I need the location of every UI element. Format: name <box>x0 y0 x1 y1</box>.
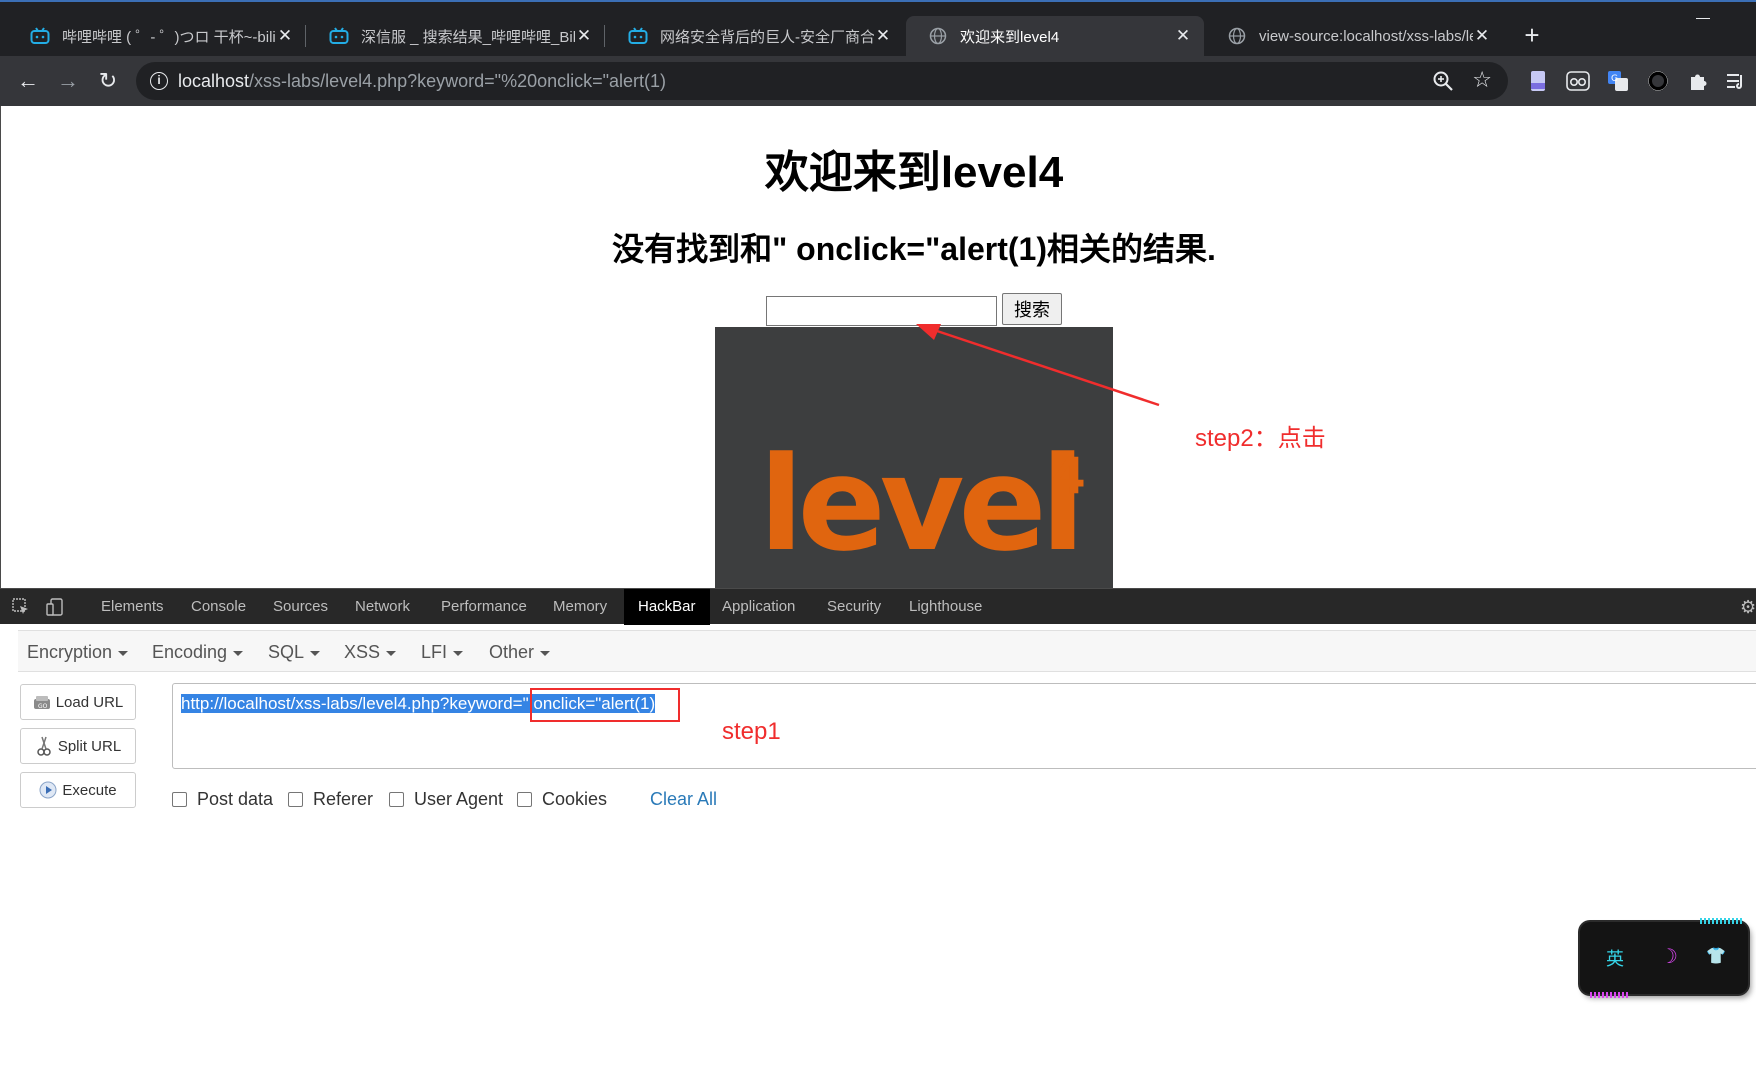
user-agent-checkbox[interactable]: User Agent <box>389 786 503 812</box>
menu-sql[interactable]: SQL <box>268 631 321 673</box>
load-url-button[interactable]: GO Load URL <box>20 684 136 720</box>
devtools-tab-hackbar[interactable]: HackBar <box>624 589 710 625</box>
tab-title: 深信服 _ 搜索结果_哔哩哔哩_Bilibili <box>361 28 575 46</box>
url-text-base: http://localhost/xss-labs/level4.php?key… <box>181 694 523 713</box>
svg-text:GO: GO <box>38 703 48 710</box>
caret-down-icon <box>540 650 551 656</box>
devtools-tab-elements[interactable]: Elements <box>101 589 164 625</box>
menu-lfi[interactable]: LFI <box>421 631 464 673</box>
devtools-tab-sources[interactable]: Sources <box>273 589 328 625</box>
reading-list-icon[interactable] <box>1724 69 1748 93</box>
search-input[interactable] <box>766 296 997 326</box>
caret-down-icon <box>310 650 321 656</box>
referer-checkbox[interactable]: Referer <box>288 786 373 812</box>
translate-extension-icon[interactable]: G <box>1606 69 1630 93</box>
tab-view-source[interactable]: view-source:localhost/xss-labs/level4 ✕ <box>1205 16 1503 56</box>
tab-strip: 哔哩哔哩 ( ゜- ゜)つロ 干杯~-bilibili ✕ 深信服 _ 搜索结果… <box>0 0 1756 56</box>
moon-icon[interactable]: ☽ <box>1660 944 1678 969</box>
reload-icon[interactable]: ↻ <box>94 67 122 95</box>
tab-security-vendors[interactable]: 网络安全背后的巨人-安全厂商合集 ✕ <box>606 16 904 56</box>
tab-title: 网络安全背后的巨人-安全厂商合集 <box>660 28 874 46</box>
tab-close-icon[interactable]: ✕ <box>1473 26 1491 46</box>
address-url[interactable]: localhost/xss-labs/level4.php?keyword="%… <box>178 71 666 92</box>
menu-other[interactable]: Other <box>489 631 551 673</box>
tab-level4[interactable]: 欢迎来到level4 ✕ <box>906 16 1204 56</box>
tab-title: 欢迎来到level4 <box>960 28 1060 46</box>
ime-toolbar[interactable]: 英 ☽ 👕 <box>1580 918 1748 998</box>
devtools-tab-application[interactable]: Application <box>722 589 795 625</box>
clear-all-link[interactable]: Clear All <box>650 786 717 812</box>
inspect-element-icon[interactable] <box>12 598 30 616</box>
level4-image: level 4 <box>715 327 1113 588</box>
tab-title: view-source:localhost/xss-labs/level4 <box>1259 27 1473 45</box>
hackbar-url-textarea[interactable]: http://localhost/xss-labs/level4.php?key… <box>172 683 1756 769</box>
level-logo-text: level <box>759 428 1085 580</box>
puzzle-extensions-icon[interactable] <box>1686 69 1710 93</box>
circle-extension-icon[interactable] <box>1646 69 1670 93</box>
caret-down-icon <box>386 650 397 656</box>
play-icon <box>39 781 57 799</box>
tab-close-icon[interactable]: ✕ <box>1174 26 1192 46</box>
caret-down-icon <box>118 650 129 656</box>
tab-close-icon[interactable]: ✕ <box>874 26 892 46</box>
tab-bilibili-search[interactable]: 深信服 _ 搜索结果_哔哩哔哩_Bilibili ✕ <box>307 16 605 56</box>
skin-shirt-icon[interactable]: 👕 <box>1706 946 1726 966</box>
hackbar-options: Post data Referer User Agent Cookies Cle… <box>172 786 772 812</box>
bookmark-star-icon[interactable]: ☆ <box>1472 67 1492 93</box>
devtools-tab-bar: Elements Console Sources Network Perform… <box>0 588 1756 625</box>
menu-encryption[interactable]: Encryption <box>27 631 129 673</box>
scissors-icon <box>35 736 53 756</box>
caret-down-icon <box>453 650 464 656</box>
forward-arrow-icon[interactable]: → <box>54 67 82 95</box>
browser-toolbar: ← → ↻ i localhost/xss-labs/level4.php?ke… <box>0 56 1756 106</box>
svg-text:G: G <box>1611 74 1618 84</box>
pdf-extension-icon[interactable] <box>1526 69 1550 93</box>
glasses-extension-icon[interactable] <box>1566 69 1590 93</box>
screen: 哔哩哔哩 ( ゜- ゜)つロ 干杯~-bilibili ✕ 深信服 _ 搜索结果… <box>0 0 1756 1080</box>
tab-close-icon[interactable]: ✕ <box>575 26 593 46</box>
globe-icon <box>1227 27 1247 45</box>
tab-title: 哔哩哔哩 ( ゜- ゜)つロ 干杯~-bilibili <box>62 28 276 46</box>
level-logo-number: 4 <box>1051 447 1086 505</box>
cookies-checkbox[interactable]: Cookies <box>517 786 607 812</box>
back-arrow-icon[interactable]: ← <box>14 67 42 95</box>
devtools-tab-console[interactable]: Console <box>191 589 246 625</box>
devtools-tab-network[interactable]: Network <box>355 589 410 625</box>
bilibili-icon <box>30 27 50 45</box>
page-title: 欢迎来到level4 <box>764 148 1064 197</box>
devtools-panel: Elements Console Sources Network Perform… <box>0 588 1756 1080</box>
settings-gear-icon[interactable]: ⚙ <box>1740 597 1756 617</box>
new-tab-button[interactable]: + <box>1518 22 1546 50</box>
search-result-text: 没有找到和" onclick="alert(1)相关的结果. <box>612 231 1216 267</box>
caret-down-icon <box>233 650 244 656</box>
info-icon[interactable]: i <box>150 72 168 90</box>
globe-icon <box>928 27 948 45</box>
window-top-accent <box>0 0 1756 2</box>
ime-language-toggle[interactable]: 英 <box>1606 945 1624 971</box>
minimize-icon[interactable] <box>1696 8 1712 24</box>
split-url-button[interactable]: Split URL <box>20 728 136 764</box>
load-url-icon: GO <box>33 693 51 711</box>
execute-button[interactable]: Execute <box>20 772 136 808</box>
tab-close-icon[interactable]: ✕ <box>276 26 294 46</box>
address-bar[interactable]: i localhost/xss-labs/level4.php?keyword=… <box>136 62 1508 100</box>
step2-annotation: step2：点击 <box>1195 425 1326 452</box>
bilibili-icon <box>329 27 349 45</box>
search-button[interactable]: 搜索 <box>1002 293 1062 325</box>
post-data-checkbox[interactable]: Post data <box>172 786 273 812</box>
step1-annotation: step1 <box>722 718 781 745</box>
device-toolbar-icon[interactable] <box>46 598 64 616</box>
devtools-tab-performance[interactable]: Performance <box>441 589 527 625</box>
web-page: 欢迎来到level4 没有找到和" onclick="alert(1)相关的结果… <box>0 106 1756 588</box>
hackbar-menu: Encryption Encoding SQL XSS LFI Other <box>18 630 1756 672</box>
bilibili-icon <box>628 27 648 45</box>
payload-highlight-box <box>530 688 680 722</box>
devtools-tab-memory[interactable]: Memory <box>553 589 607 625</box>
menu-xss[interactable]: XSS <box>344 631 397 673</box>
devtools-tab-security[interactable]: Security <box>827 589 881 625</box>
devtools-tab-lighthouse[interactable]: Lighthouse <box>909 589 982 625</box>
menu-encoding[interactable]: Encoding <box>152 631 244 673</box>
tab-bilibili-home[interactable]: 哔哩哔哩 ( ゜- ゜)つロ 干杯~-bilibili ✕ <box>8 16 306 56</box>
zoom-icon[interactable] <box>1432 70 1454 92</box>
